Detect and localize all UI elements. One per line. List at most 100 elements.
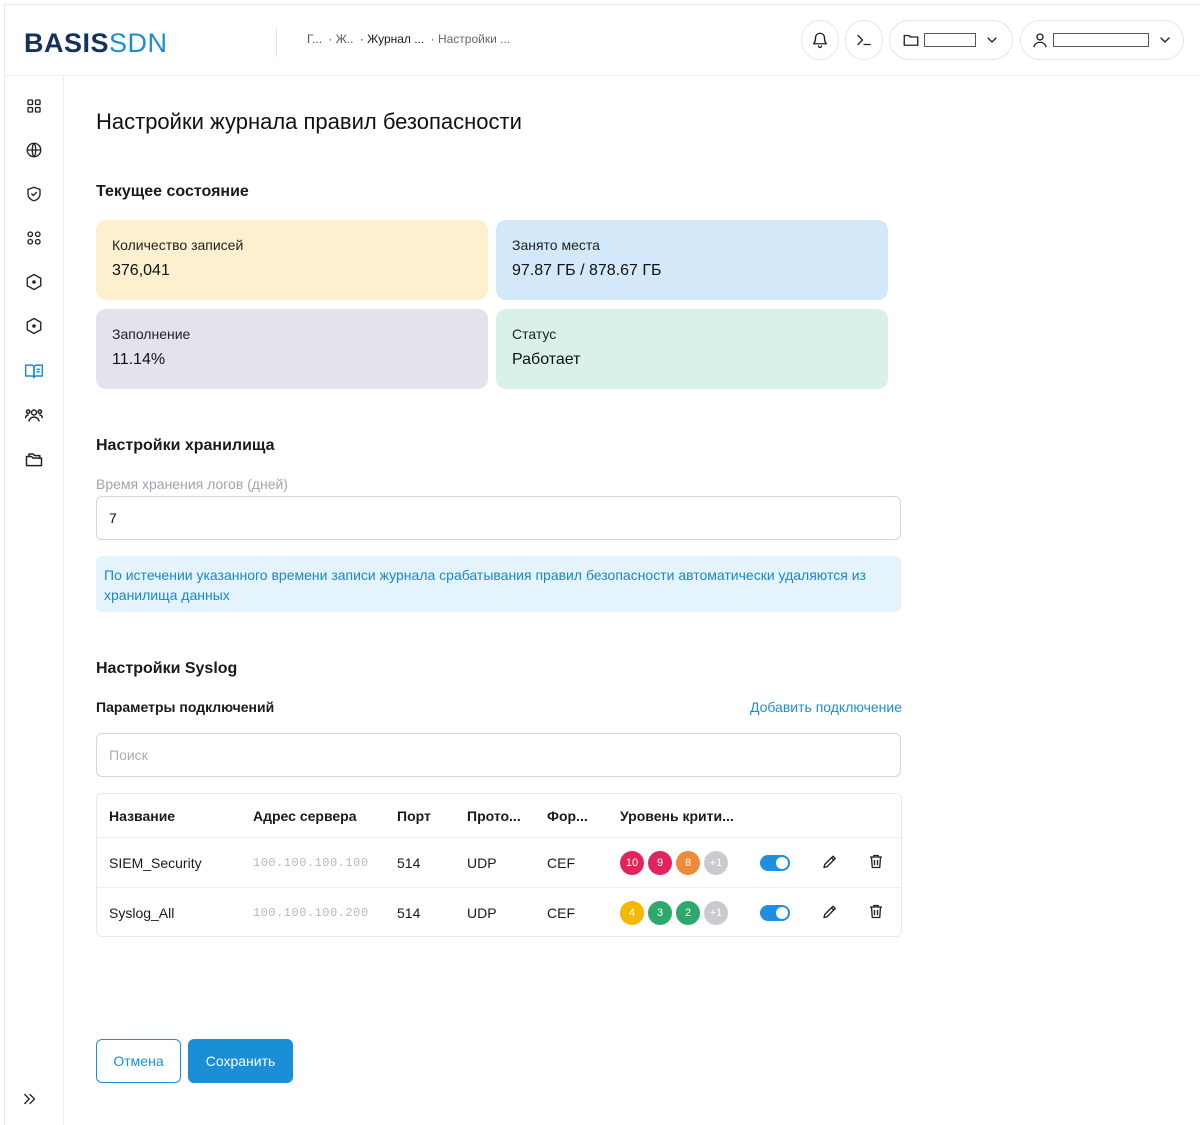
terminal-button[interactable] xyxy=(845,20,883,60)
retention-label: Время хранения логов (дней) xyxy=(96,476,288,492)
port: 514 xyxy=(397,854,421,871)
user-menu[interactable] xyxy=(1020,20,1184,60)
user-name-field xyxy=(1053,33,1149,47)
breadcrumb-item[interactable]: Г... xyxy=(307,32,322,46)
delete-button[interactable] xyxy=(867,852,885,873)
chevrons-right-icon xyxy=(24,1093,36,1105)
severity-badge: 2 xyxy=(676,900,700,925)
severity-badge: 4 xyxy=(620,900,644,925)
format: CEF xyxy=(547,854,575,871)
expand-sidebar-button[interactable] xyxy=(21,1090,39,1113)
breadcrumb-item[interactable]: · Журнал ... xyxy=(360,32,424,46)
column-header[interactable]: Уровень крити... xyxy=(620,808,734,824)
column-header[interactable]: Название xyxy=(109,808,175,824)
format: CEF xyxy=(547,904,575,921)
server-address: 100.100.100.100 xyxy=(253,855,369,870)
page-title: Настройки журнала правил безопасности xyxy=(96,109,522,134)
severity-badge: 9 xyxy=(648,850,672,875)
port: 514 xyxy=(397,904,421,921)
delete-button[interactable] xyxy=(867,902,885,923)
edit-button[interactable] xyxy=(821,902,839,923)
nav-services[interactable] xyxy=(23,315,45,337)
book-open-icon xyxy=(24,364,44,379)
edit-button[interactable] xyxy=(821,852,839,873)
bell-icon xyxy=(812,32,828,49)
globe-icon xyxy=(26,142,42,158)
card-label: Занято места xyxy=(512,237,600,253)
table-row[interactable]: Syslog_All 100.100.100.200 514 UDP CEF 4… xyxy=(97,888,901,936)
protocol: UDP xyxy=(467,904,497,921)
connection-name: SIEM_Security xyxy=(109,854,202,871)
server-address: 100.100.100.200 xyxy=(253,905,369,920)
enable-toggle[interactable] xyxy=(760,904,790,921)
pencil-icon xyxy=(823,855,836,868)
cancel-button[interactable]: Отмена xyxy=(96,1039,181,1083)
column-header[interactable]: Адрес сервера xyxy=(253,808,357,824)
header-divider xyxy=(276,27,277,57)
fill-level-card: Заполнение 11.14% xyxy=(96,309,488,389)
nav-files[interactable] xyxy=(23,448,45,470)
column-header[interactable]: Фор... xyxy=(547,808,588,824)
trash-icon xyxy=(870,854,882,868)
status-card: Статус Работает xyxy=(496,309,888,389)
retention-days-input[interactable]: 7 xyxy=(96,496,901,540)
card-label: Статус xyxy=(512,326,557,342)
syslog-settings-title: Настройки Syslog xyxy=(96,660,238,677)
logo-main: BASIS xyxy=(24,28,110,58)
protocol: UDP xyxy=(467,854,497,871)
add-connection-link[interactable]: Добавить подключение xyxy=(750,699,902,715)
project-name-field xyxy=(924,33,976,47)
card-value: 11.14% xyxy=(112,351,166,368)
severity-levels: 4 3 2 +1 xyxy=(620,900,728,925)
circles-grid-icon xyxy=(27,231,41,245)
breadcrumb: Г... · Ж.. · Журнал ... · Настройки ... xyxy=(307,32,513,46)
breadcrumb-item-current: · Настройки ... xyxy=(430,32,511,46)
notifications-button[interactable] xyxy=(801,20,839,60)
sidebar xyxy=(5,76,64,1125)
current-state-title: Текущее состояние xyxy=(96,183,249,200)
chevron-down-icon xyxy=(1160,37,1170,43)
nav-network[interactable] xyxy=(23,139,45,161)
severity-more-badge[interactable]: +1 xyxy=(704,850,728,875)
user-icon xyxy=(1033,33,1047,48)
card-value: 376,041 xyxy=(112,262,170,279)
column-header[interactable]: Прото... xyxy=(467,808,521,824)
nav-journal[interactable] xyxy=(23,360,45,382)
retention-info-banner: По истечении указанного времени записи ж… xyxy=(96,556,901,612)
connection-name: Syslog_All xyxy=(109,904,175,921)
table-header: Название Адрес сервера Порт Прото... Фор… xyxy=(97,794,901,838)
card-label: Количество записей xyxy=(112,237,244,253)
severity-badge: 10 xyxy=(620,850,644,875)
enable-toggle[interactable] xyxy=(760,854,790,871)
nav-dashboard[interactable] xyxy=(23,95,45,117)
card-value: Работает xyxy=(512,351,581,368)
grid-icon xyxy=(27,99,41,113)
save-button[interactable]: Сохранить xyxy=(188,1039,293,1083)
severity-badge: 8 xyxy=(676,850,700,875)
card-label: Заполнение xyxy=(112,326,191,342)
severity-more-badge[interactable]: +1 xyxy=(704,900,728,925)
nav-objects[interactable] xyxy=(23,271,45,293)
severity-badge: 3 xyxy=(648,900,672,925)
chevron-down-icon xyxy=(987,37,997,43)
terminal-icon xyxy=(857,34,871,46)
card-value: 97.87 ГБ / 878.67 ГБ xyxy=(512,262,662,279)
folders-icon xyxy=(25,453,43,467)
nav-apps[interactable] xyxy=(23,227,45,249)
storage-used-card: Занято места 97.87 ГБ / 878.67 ГБ xyxy=(496,220,888,300)
nav-users[interactable] xyxy=(23,404,45,426)
project-selector[interactable] xyxy=(889,20,1013,60)
folder-icon xyxy=(903,34,919,46)
trash-icon xyxy=(870,904,882,918)
storage-settings-title: Настройки хранилища xyxy=(96,437,275,454)
table-row[interactable]: SIEM_Security 100.100.100.100 514 UDP CE… xyxy=(97,838,901,888)
users-icon xyxy=(24,409,44,422)
search-input[interactable]: Поиск xyxy=(96,733,901,777)
logo[interactable]: BASISSDN xyxy=(24,28,168,58)
column-header[interactable]: Порт xyxy=(397,808,431,824)
severity-levels: 10 9 8 +1 xyxy=(620,850,728,875)
connections-label: Параметры подключений xyxy=(96,699,275,715)
shield-check-icon xyxy=(27,186,41,202)
nav-security[interactable] xyxy=(23,183,45,205)
breadcrumb-item[interactable]: · Ж.. xyxy=(328,32,353,46)
